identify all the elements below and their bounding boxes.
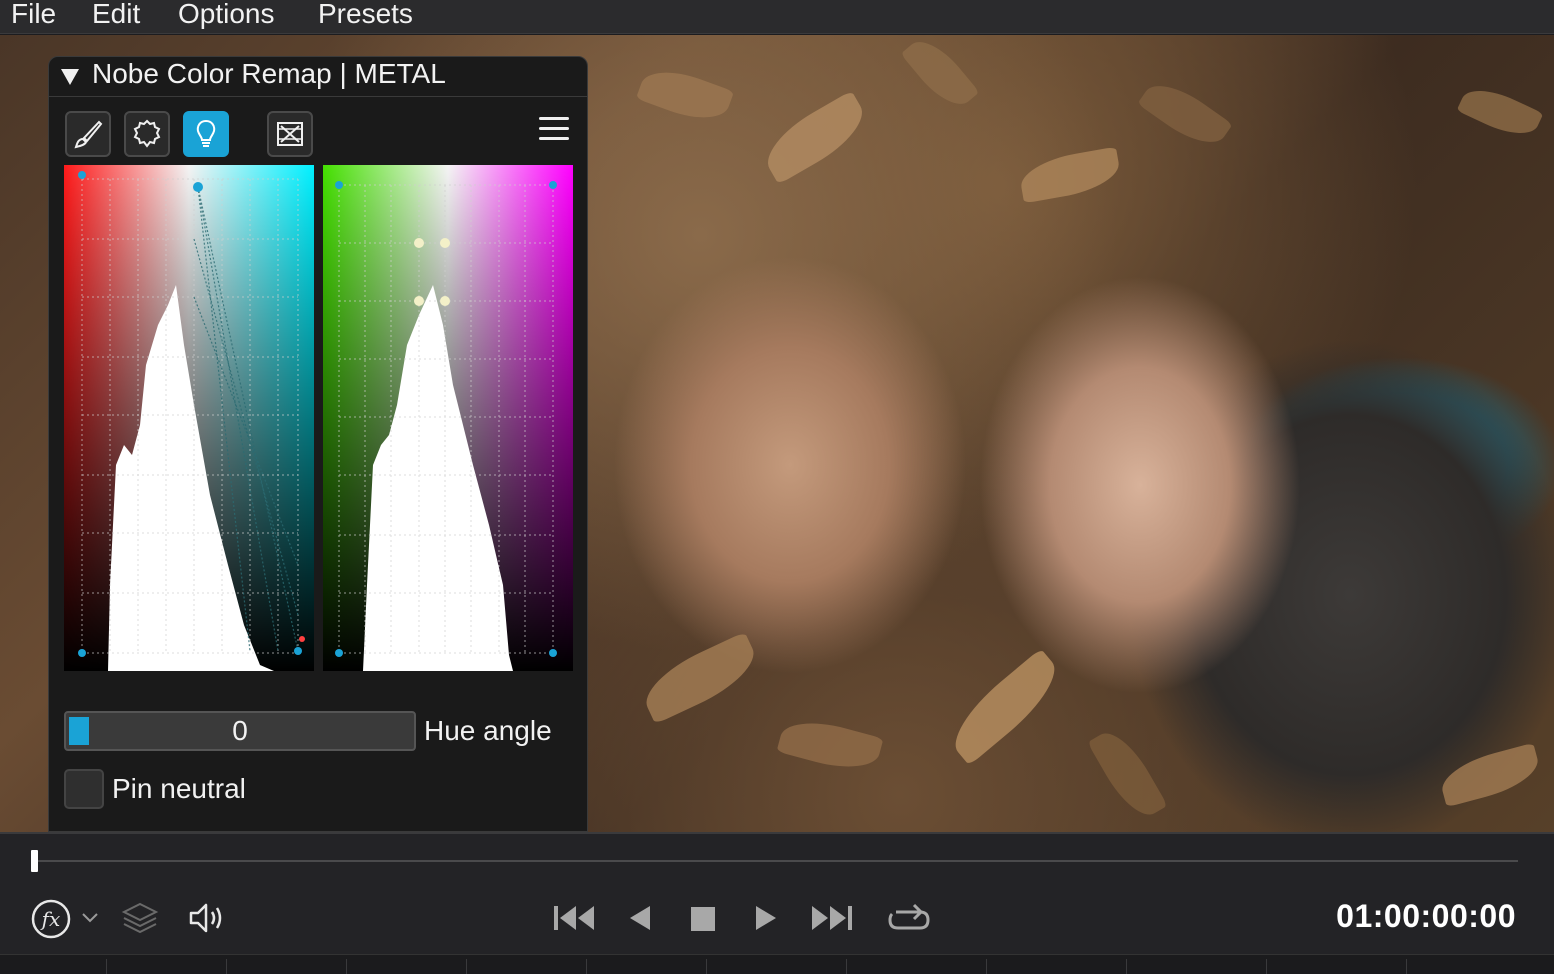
hue-angle-slider[interactable]: 0 bbox=[64, 711, 416, 751]
menu-options[interactable]: Options bbox=[178, 0, 275, 30]
stop-icon[interactable] bbox=[690, 906, 716, 932]
menu-bar: File Edit Options Presets bbox=[0, 0, 1554, 34]
speaker-icon[interactable] bbox=[186, 900, 226, 936]
timeline-scrubber[interactable] bbox=[36, 860, 1518, 862]
red-cyan-remap-curve[interactable] bbox=[64, 165, 314, 671]
panel-header[interactable]: Nobe Color Remap | METAL bbox=[49, 57, 587, 97]
plugin-panel: Nobe Color Remap | METAL 0 Hue angle Pin… bbox=[48, 56, 588, 832]
collapse-triangle-icon[interactable] bbox=[61, 69, 79, 85]
green-magenta-remap-curve[interactable] bbox=[323, 165, 573, 671]
green-magenta-graph[interactable] bbox=[323, 165, 573, 671]
hue-angle-label: Hue angle bbox=[424, 715, 552, 746]
panel-title: Nobe Color Remap | METAL bbox=[92, 58, 446, 89]
hamburger-menu-icon[interactable] bbox=[539, 115, 571, 143]
brush-tool-button[interactable] bbox=[65, 111, 111, 157]
step-back-icon[interactable] bbox=[628, 904, 652, 932]
chevron-down-icon[interactable] bbox=[80, 910, 100, 926]
selection-tool-button[interactable] bbox=[124, 111, 170, 157]
layers-icon[interactable] bbox=[120, 900, 160, 936]
playhead-handle[interactable] bbox=[31, 850, 38, 872]
lightbulb-icon bbox=[196, 119, 216, 147]
bottom-strip bbox=[0, 954, 1554, 974]
menu-edit[interactable]: Edit bbox=[92, 0, 140, 30]
skip-to-end-icon[interactable] bbox=[810, 902, 854, 934]
skip-to-start-icon[interactable] bbox=[552, 902, 596, 934]
circle-selection-icon bbox=[133, 119, 161, 148]
menu-presets[interactable]: Presets bbox=[318, 0, 413, 30]
pin-neutral-label: Pin neutral bbox=[112, 773, 246, 804]
red-cyan-graph[interactable] bbox=[64, 165, 314, 671]
pin-neutral-checkbox[interactable] bbox=[64, 769, 104, 809]
hue-angle-value: 0 bbox=[232, 715, 248, 746]
loop-icon[interactable] bbox=[886, 900, 932, 936]
menu-file[interactable]: File bbox=[11, 0, 56, 30]
timecode-display: 01:00:00:00 bbox=[1336, 898, 1516, 934]
transport-bar: fx 01:00:00:00 bbox=[0, 832, 1554, 974]
reset-grid-button[interactable] bbox=[267, 111, 313, 157]
play-icon[interactable] bbox=[754, 904, 778, 932]
reset-grid-icon bbox=[277, 122, 303, 146]
svg-text:fx: fx bbox=[40, 907, 61, 931]
fx-icon[interactable]: fx bbox=[30, 898, 72, 940]
brush-icon bbox=[74, 120, 103, 149]
lightbulb-tool-button[interactable] bbox=[183, 111, 229, 157]
